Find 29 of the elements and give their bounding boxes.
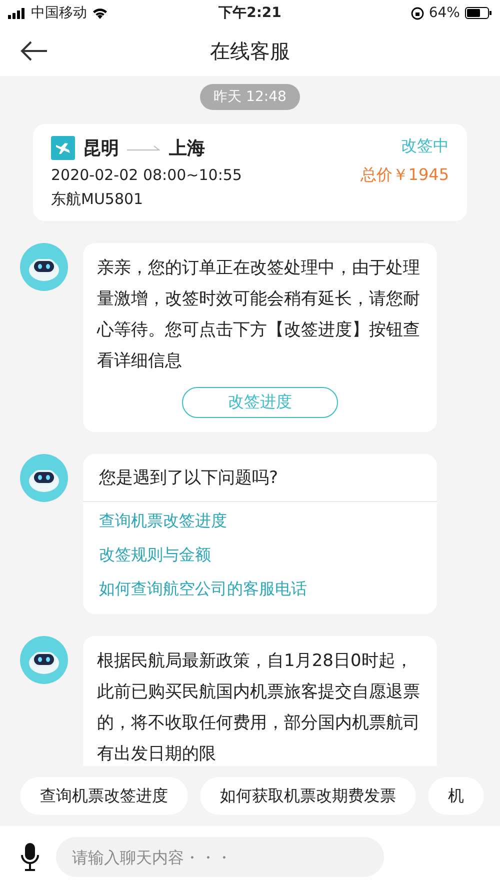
page-title: 在线客服 <box>210 38 290 64</box>
back-arrow-icon[interactable] <box>20 39 48 63</box>
clock-time: 下午2:21 <box>218 4 282 22</box>
flight-number: 东航MU5801 <box>51 190 144 209</box>
carrier-name: 中国移动 <box>31 4 87 22</box>
microphone-icon[interactable] <box>20 842 40 872</box>
message-text: 根据民航局最新政策，自1月28日0时起，此前已购买民航国内机票旅客提交自愿退票的，将不收取任何费用，部分国内机票航司有出发日期的限 <box>96 650 421 766</box>
battery-icon <box>464 7 492 19</box>
timestamp: 昨天 12:48 <box>200 84 300 110</box>
arrival-city: 上海 <box>169 137 205 160</box>
quick-reply-chip[interactable]: 查询机票改签进度 <box>20 777 188 815</box>
robot-avatar-icon <box>20 454 68 502</box>
message-text: 亲亲，您的订单正在改签处理中，由于处理量激增，改签时效可能会稍有延长，请您耐心等待。您可点击下方【改签进度】按钮查看详细信息 <box>96 257 421 373</box>
robot-avatar-icon <box>20 636 68 684</box>
chat-input-field[interactable]: 请输入聊天内容・・・ <box>56 837 384 877</box>
plane-icon <box>51 136 75 160</box>
quick-reply-chip[interactable]: 机 <box>428 777 484 815</box>
wifi-icon <box>92 7 108 19</box>
question-title: 您是遇到了以下问题吗? <box>83 454 437 502</box>
robot-avatar-icon <box>20 243 68 291</box>
departure-city: 昆明 <box>83 137 119 160</box>
order-card[interactable]: 昆明 上海 2020-02-02 08:00~10:55 东航MU5801 改签中 总价￥1945 <box>33 124 467 221</box>
rotation-lock-icon <box>410 6 424 20</box>
order-status: 改签中 <box>401 136 449 157</box>
signal-icon <box>8 8 26 18</box>
flight-time: 2020-02-02 08:00~10:55 <box>51 166 242 184</box>
quick-reply-chip[interactable]: 如何获取机票改期费发票 <box>200 777 416 815</box>
total-price: 总价￥1945 <box>360 165 449 186</box>
battery-percent: 64% <box>428 5 460 21</box>
